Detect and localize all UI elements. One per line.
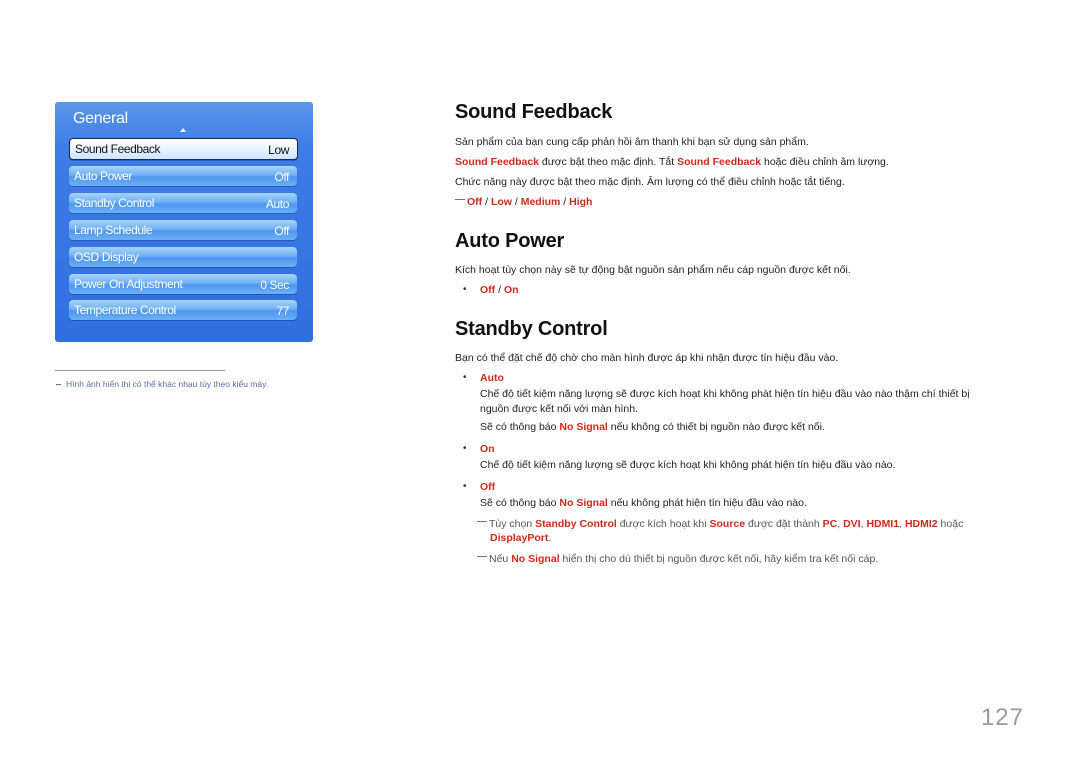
osd-item-value: Auto xyxy=(265,197,289,211)
osd-title: General xyxy=(73,110,128,127)
osd-item-sound-feedback[interactable]: Sound Feedback Low xyxy=(69,138,298,160)
osd-item-label: Sound Feedback xyxy=(75,142,161,156)
standby-on-desc: Chế độ tiết kiệm năng lượng sẽ được kích… xyxy=(480,459,896,471)
bullet-icon: • xyxy=(463,481,467,492)
page-number: 127 xyxy=(980,704,1024,731)
standby-off-desc: Sẽ có thông báo No Signal nếu không phát… xyxy=(480,497,807,509)
sound-feedback-desc-2: Sound Feedback được bật theo mặc định. T… xyxy=(455,156,889,168)
osd-item-value: Off xyxy=(274,170,289,184)
osd-item-label: Lamp Schedule xyxy=(74,223,153,237)
sound-feedback-desc-1: Sản phẩm của bạn cung cấp phản hồi âm th… xyxy=(455,136,809,148)
sound-feedback-options: Off / Low / Medium / High xyxy=(455,196,592,208)
heading-auto-power: Auto Power xyxy=(455,230,565,252)
standby-auto-desc-1: Chế độ tiết kiệm năng lượng sẽ được kích… xyxy=(480,388,970,400)
standby-note-2: Nếu No Signal hiển thị cho dù thiết bị n… xyxy=(477,553,878,565)
auto-power-options: Off / On xyxy=(480,284,519,296)
osd-item-value: Low xyxy=(268,143,289,157)
standby-option-off: Off xyxy=(480,481,496,493)
osd-item-label: Standby Control xyxy=(74,196,155,210)
bullet-icon: • xyxy=(463,372,467,383)
image-footnote: Hình ảnh hiển thị có thể khác nhau tùy t… xyxy=(56,379,268,389)
note-dash-icon xyxy=(455,199,465,200)
osd-general-menu: General Sound Feedback Low Auto Power Of… xyxy=(55,102,313,342)
osd-item-label: OSD Display xyxy=(74,250,139,264)
note-dash-icon xyxy=(477,521,487,522)
standby-note-1: Tùy chọn Standby Control được kích hoạt … xyxy=(477,518,963,530)
standby-note-1-cont: DisplayPort. xyxy=(490,532,552,544)
osd-item-lamp-schedule[interactable]: Lamp Schedule Off xyxy=(69,220,297,240)
osd-item-osd-display[interactable]: OSD Display xyxy=(69,247,297,267)
scroll-up-arrow-icon xyxy=(180,128,186,132)
standby-option-on: On xyxy=(480,443,495,455)
footnote-divider xyxy=(55,370,225,371)
osd-item-temperature-control[interactable]: Temperature Control 77 xyxy=(69,300,297,320)
standby-option-auto: Auto xyxy=(480,372,504,384)
bullet-icon: • xyxy=(463,284,467,295)
osd-item-auto-power[interactable]: Auto Power Off xyxy=(69,166,297,186)
osd-item-standby-control[interactable]: Standby Control Auto xyxy=(69,193,297,213)
standby-auto-desc-3: Sẽ có thông báo No Signal nếu không có t… xyxy=(480,421,825,433)
osd-item-value: 77 xyxy=(276,304,289,318)
note-dash-icon xyxy=(477,556,487,557)
auto-power-desc: Kích hoạt tùy chọn này sẽ tự động bật ng… xyxy=(455,264,851,276)
osd-item-value: Off xyxy=(274,224,289,238)
osd-item-label: Auto Power xyxy=(74,169,133,183)
osd-item-power-on-adjustment[interactable]: Power On Adjustment 0 Sec xyxy=(69,274,297,294)
standby-auto-desc-2: nguồn được kết nối với màn hình. xyxy=(480,403,638,415)
sound-feedback-desc-3: Chức năng này được bật theo mặc định. Âm… xyxy=(455,176,845,188)
bullet-icon: • xyxy=(463,443,467,454)
osd-item-label: Power On Adjustment xyxy=(74,277,183,291)
heading-standby-control: Standby Control xyxy=(455,318,608,340)
standby-control-desc: Bạn có thể đặt chế độ chờ cho màn hình đ… xyxy=(455,352,839,364)
heading-sound-feedback: Sound Feedback xyxy=(455,101,613,123)
osd-item-value: 0 Sec xyxy=(260,278,289,292)
osd-item-label: Temperature Control xyxy=(74,303,176,317)
footnote-text: Hình ảnh hiển thị có thể khác nhau tùy t… xyxy=(66,379,269,389)
